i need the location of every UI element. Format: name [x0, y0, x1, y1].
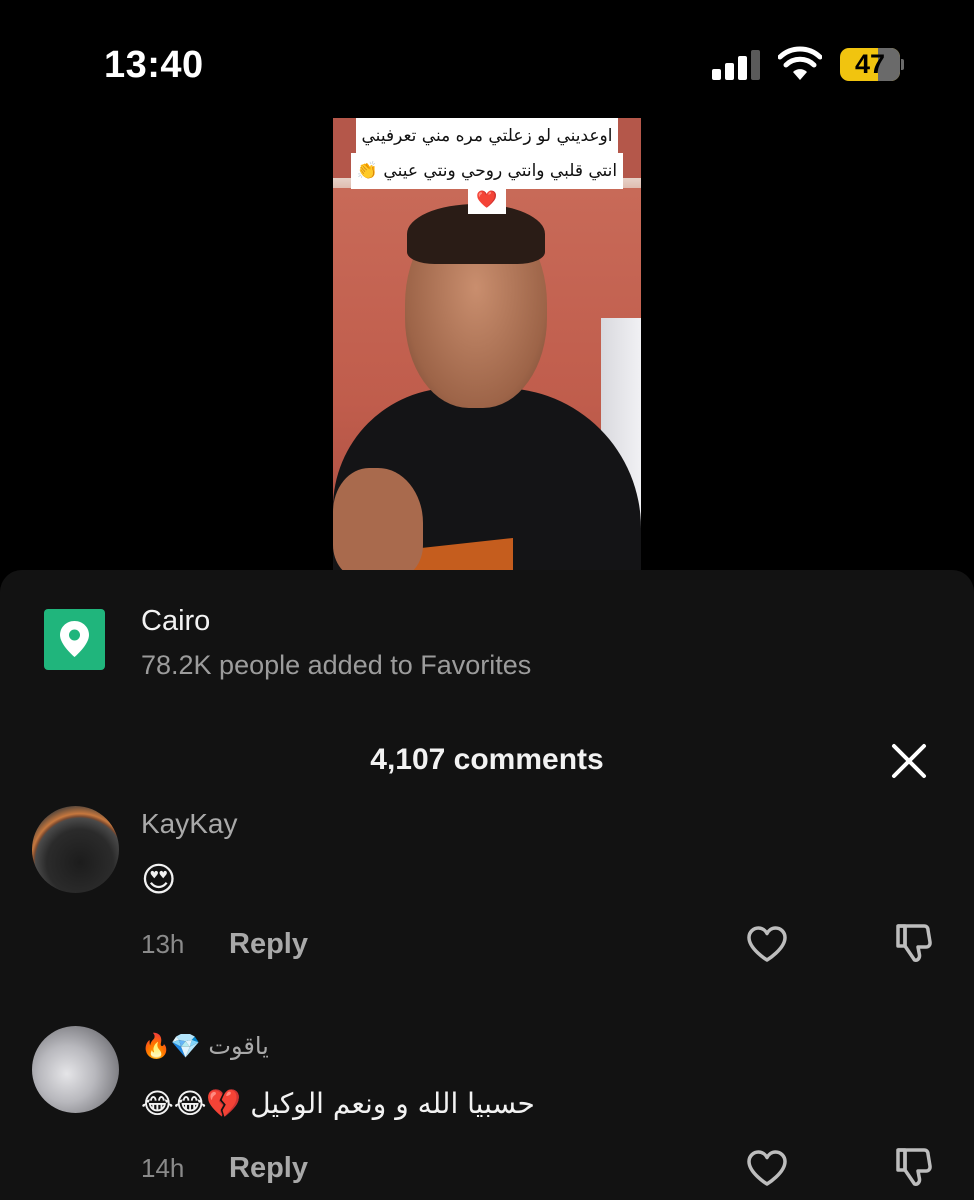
location-favorites-count: 78.2K people added to Favorites: [141, 650, 532, 680]
comment-text: حسبيا الله و ونعم الوكيل 💔😂😂: [141, 1087, 535, 1120]
video-caption-line-2: انتي قلبي وانتي روحي ونتي عيني 👏: [350, 153, 624, 189]
video-caption-line-3: ❤️: [468, 186, 506, 214]
comment-time: 14h: [141, 1153, 185, 1183]
thumbs-down-icon[interactable]: [892, 922, 936, 964]
heart-icon[interactable]: [746, 925, 788, 963]
comments-count-title: 4,107 comments: [370, 743, 604, 776]
location-title[interactable]: Cairo: [141, 603, 210, 639]
status-time: 13:40: [104, 44, 204, 86]
avatar[interactable]: [32, 1026, 119, 1113]
comment-time: 13h: [141, 929, 185, 959]
avatar[interactable]: [32, 806, 119, 893]
reply-button[interactable]: Reply: [229, 926, 308, 962]
reply-button[interactable]: Reply: [229, 1150, 308, 1186]
comment-text: 😍: [141, 860, 177, 900]
video-player[interactable]: اوعديني لو زعلتي مره مني تعرفيني انتي قل…: [333, 118, 641, 578]
video-caption-line-1: اوعديني لو زعلتي مره مني تعرفيني: [355, 118, 619, 154]
location-pin-icon[interactable]: [44, 609, 105, 670]
close-icon[interactable]: [888, 740, 930, 782]
battery-level: 47: [854, 49, 886, 79]
heart-icon[interactable]: [746, 1149, 788, 1187]
comment-username[interactable]: KayKay: [141, 806, 238, 842]
cellular-signal-icon: [712, 50, 762, 80]
thumbs-down-icon[interactable]: [892, 1146, 936, 1188]
battery-indicator: 47: [840, 48, 904, 81]
wifi-icon: [778, 46, 822, 80]
comment-username[interactable]: ياقوت 💎🔥: [141, 1028, 269, 1064]
